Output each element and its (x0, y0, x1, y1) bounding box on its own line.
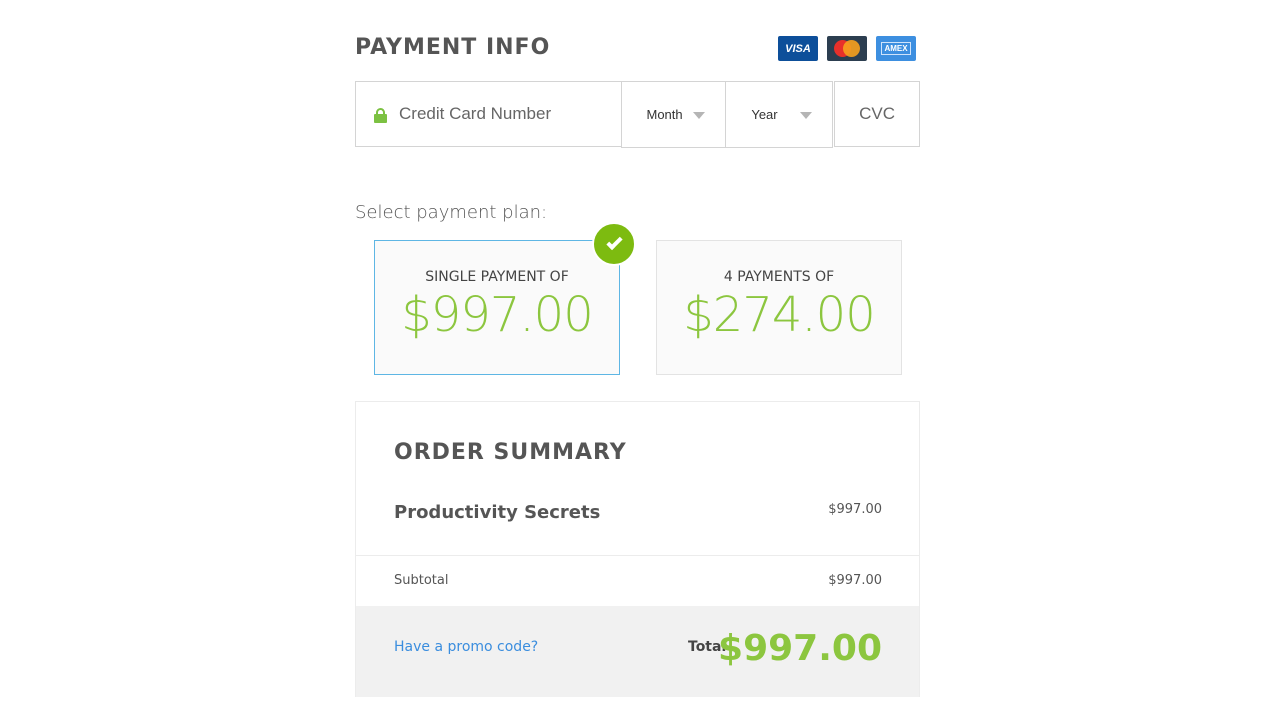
card-logos: VISA AMEX (778, 36, 916, 61)
chevron-down-icon (693, 112, 706, 119)
promo-code-link[interactable]: Have a promo code? (394, 639, 538, 655)
visa-icon: VISA (778, 36, 818, 61)
plan-option-label: 4 PAYMENTS OF (723, 269, 835, 285)
plan-option-amount: $997.00 (401, 287, 594, 343)
product-name: Productivity Secrets (394, 502, 601, 523)
subtotal-value: $997.00 (828, 573, 882, 588)
card-details-row: Credit Card Number Month Year CVC (355, 81, 920, 148)
total-band: Have a promo code? Total $997.00 (356, 606, 919, 697)
cvc-placeholder: CVC (859, 104, 896, 123)
plan-option-amount: $274.00 (683, 287, 876, 343)
cvc-input[interactable]: CVC (834, 81, 920, 147)
checkout-form: PAYMENT INFO VISA AMEX Credit Card Numbe… (355, 0, 920, 720)
plan-option-single[interactable]: SINGLE PAYMENT OF $997.00 (374, 240, 620, 375)
plan-option-label: SINGLE PAYMENT OF (425, 269, 569, 285)
payment-plan-label: Select payment plan: (355, 202, 548, 223)
selected-check-icon (592, 222, 636, 266)
mastercard-icon (827, 36, 867, 61)
expiry-month-select[interactable]: Month (620, 81, 727, 148)
divider (356, 555, 919, 556)
amex-icon: AMEX (876, 36, 916, 61)
credit-card-number-input[interactable]: Credit Card Number (355, 81, 622, 147)
order-summary: ORDER SUMMARY Productivity Secrets $997.… (355, 401, 920, 697)
chevron-down-icon (800, 112, 813, 119)
product-price: $997.00 (828, 502, 882, 517)
subtotal-label: Subtotal (394, 573, 449, 588)
order-summary-title: ORDER SUMMARY (394, 440, 627, 465)
payment-info-title: PAYMENT INFO (355, 35, 551, 60)
expiry-year-label: Year (751, 107, 778, 122)
lock-icon (374, 107, 387, 123)
credit-card-number-placeholder: Credit Card Number (399, 104, 552, 123)
expiry-month-label: Month (646, 107, 683, 122)
total-value: $997.00 (718, 628, 882, 669)
plan-option-installments[interactable]: 4 PAYMENTS OF $274.00 (656, 240, 902, 375)
expiry-year-select[interactable]: Year (726, 81, 834, 148)
